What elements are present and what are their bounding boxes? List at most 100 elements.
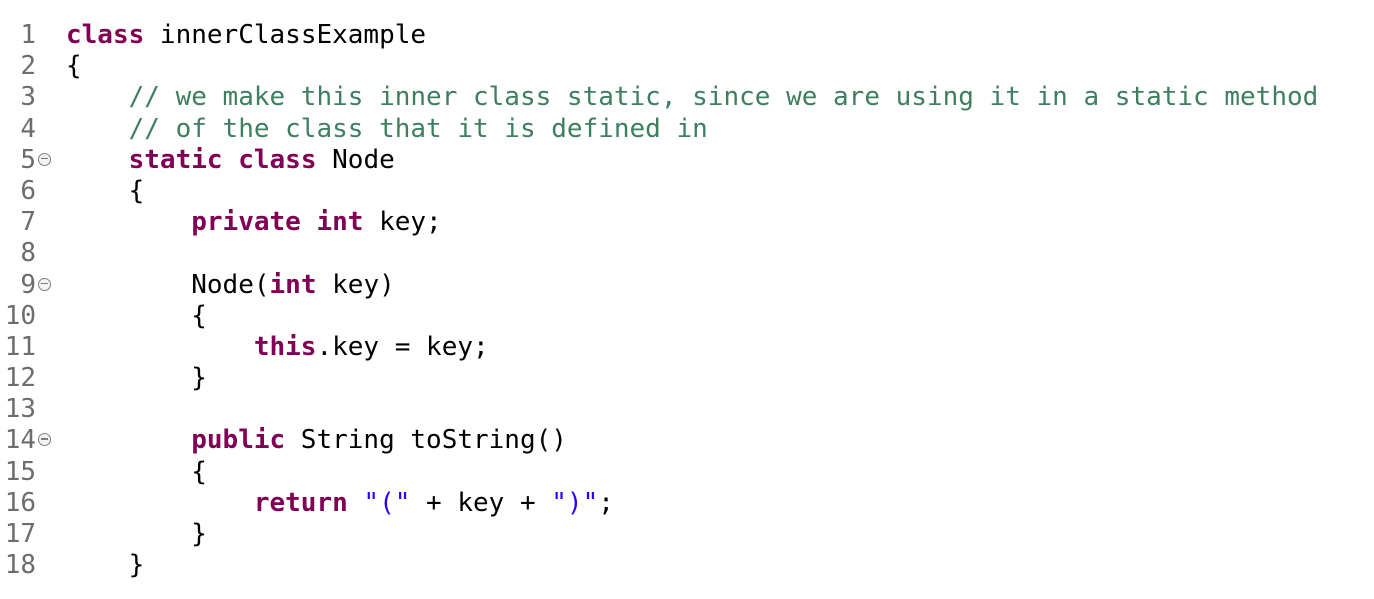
code-line[interactable]: 4 // of the class that it is defined in: [0, 114, 1374, 145]
code-line[interactable]: 5 static class Node: [0, 145, 1374, 176]
line-gutter: 8: [0, 238, 66, 269]
code-token: Node(: [191, 269, 270, 300]
code-token: {: [191, 300, 207, 331]
code-text: static class Node: [66, 145, 395, 176]
code-line[interactable]: 18 }: [0, 550, 1374, 581]
line-gutter: 11: [0, 332, 66, 363]
code-line[interactable]: 7 private int key;: [0, 207, 1374, 238]
code-token: key;: [363, 207, 442, 238]
code-text: {: [66, 301, 207, 332]
line-number: 13: [4, 394, 36, 425]
code-token: .key = key;: [316, 331, 489, 362]
code-line[interactable]: 16 return "(" + key + ")";: [0, 488, 1374, 519]
line-gutter: 15: [0, 457, 66, 488]
line-number: 18: [4, 550, 36, 581]
collapse-fold-icon[interactable]: [38, 433, 51, 447]
code-line[interactable]: 1 class innerClassExample: [0, 20, 1374, 51]
keyword-token: private: [191, 207, 301, 238]
code-text: {: [66, 51, 82, 82]
line-number: 2: [20, 51, 36, 82]
line-number: 7: [20, 207, 36, 238]
line-gutter: 4: [0, 114, 66, 145]
code-line[interactable]: 13: [0, 394, 1374, 425]
code-line[interactable]: 11 this.key = key;: [0, 332, 1374, 363]
line-gutter: 10: [0, 301, 66, 332]
code-token: + key +: [410, 487, 552, 518]
code-token: }: [191, 519, 207, 549]
line-gutter: 18: [0, 550, 66, 581]
code-token: {: [191, 456, 207, 487]
line-number: 12: [4, 363, 36, 394]
line-gutter: 5: [0, 145, 66, 176]
code-token: {: [128, 175, 145, 206]
comment-token: // we make this inner class static, sinc…: [128, 82, 1319, 113]
collapse-fold-icon[interactable]: [38, 152, 51, 166]
line-number: 5: [20, 144, 36, 175]
line-gutter: 13: [0, 394, 66, 425]
code-token: Node: [316, 144, 395, 175]
code-text: this.key = key;: [66, 332, 489, 363]
collapse-fold-icon[interactable]: [38, 277, 51, 291]
comment-token: // of the class that it is defined in: [128, 113, 708, 144]
code-text: }: [66, 550, 145, 581]
code-editor[interactable]: 1 class innerClassExample 2{3 // we make t…: [0, 20, 1374, 581]
keyword-token: class: [238, 144, 317, 175]
line-gutter: 9: [0, 270, 66, 301]
line-gutter: 6: [0, 176, 66, 207]
line-gutter: 17: [0, 519, 66, 550]
code-token: innerClassExample: [144, 20, 427, 50]
line-gutter: 1: [0, 20, 66, 51]
keyword-token: return: [253, 487, 348, 518]
line-number: 16: [4, 487, 36, 518]
line-gutter: 14: [0, 425, 66, 456]
code-line[interactable]: 14 public String toString(): [0, 425, 1374, 456]
code-line[interactable]: 17 }: [0, 519, 1374, 550]
code-token: String toString(): [285, 425, 567, 456]
code-text: return "(" + key + ")";: [66, 488, 614, 519]
keyword-token: public: [191, 425, 286, 456]
keyword-token: class: [66, 20, 145, 50]
line-number: 14: [4, 425, 36, 456]
line-number: 9: [20, 269, 36, 300]
line-gutter: 12: [0, 363, 66, 394]
code-line[interactable]: 12 }: [0, 363, 1374, 394]
code-line[interactable]: 3 // we make this inner class static, si…: [0, 82, 1374, 113]
code-text: class innerClassExample: [66, 20, 426, 51]
code-line[interactable]: 8: [0, 238, 1374, 269]
code-text: }: [66, 519, 207, 550]
code-line[interactable]: 6 {: [0, 176, 1374, 207]
line-number: 11: [4, 331, 36, 362]
line-number: 6: [20, 175, 36, 206]
code-line[interactable]: 2{: [0, 51, 1374, 82]
string-token: ")": [551, 487, 599, 518]
line-number: 15: [4, 456, 36, 487]
line-gutter: 7: [0, 207, 66, 238]
line-gutter: 3: [0, 82, 66, 113]
code-line[interactable]: 15 {: [0, 457, 1374, 488]
code-token: ;: [598, 487, 614, 518]
code-token: {: [66, 51, 82, 82]
line-number: 8: [20, 238, 36, 269]
keyword-token: this: [253, 331, 317, 362]
code-text: }: [66, 363, 207, 394]
code-text: // of the class that it is defined in: [66, 114, 708, 145]
code-line[interactable]: 10 {: [0, 301, 1374, 332]
line-number: 10: [4, 300, 36, 331]
code-text: public String toString(): [66, 425, 567, 456]
code-line[interactable]: 9 Node(int key): [0, 270, 1374, 301]
keyword-token: int: [316, 207, 364, 238]
